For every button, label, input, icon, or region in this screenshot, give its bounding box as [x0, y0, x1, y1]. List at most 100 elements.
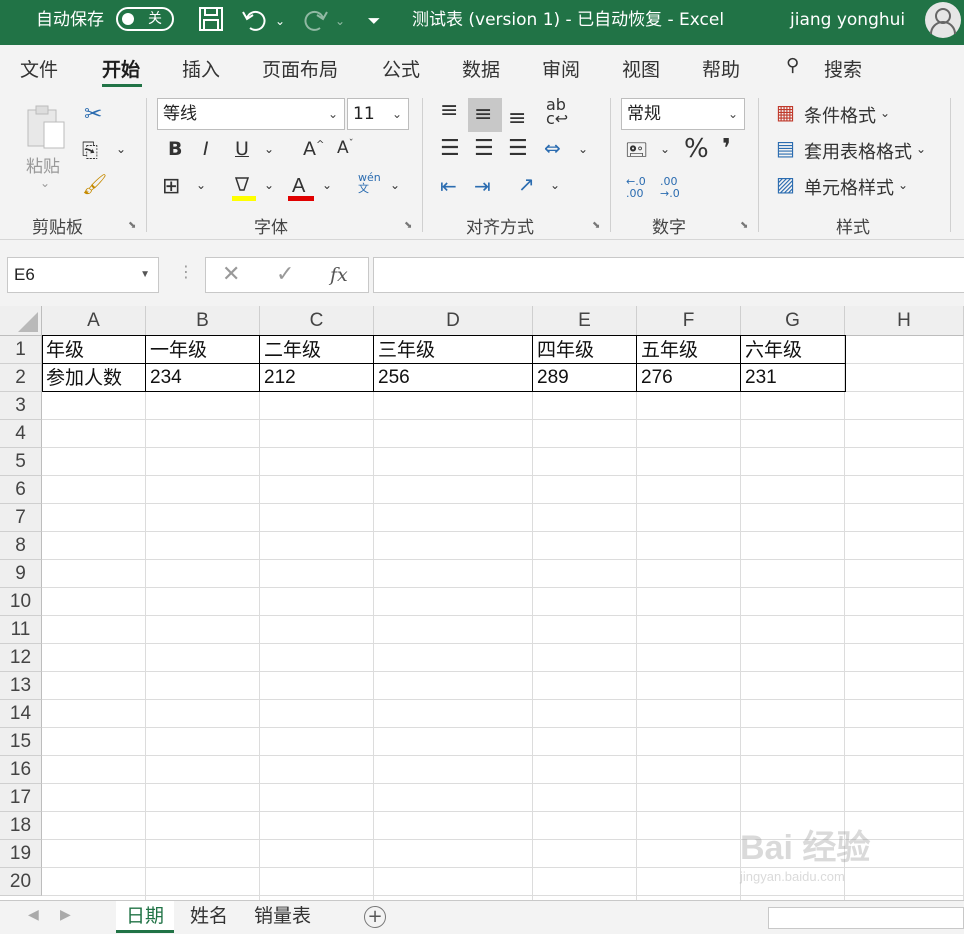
merge-dropdown-icon[interactable]: ⌄: [578, 142, 588, 156]
increase-indent-icon[interactable]: ⇥: [474, 174, 491, 198]
orientation-icon[interactable]: ↗: [518, 172, 535, 196]
cell-f2[interactable]: 276: [637, 364, 741, 392]
copy-dropdown-icon[interactable]: ⌄: [116, 142, 126, 156]
align-center-icon[interactable]: ☰: [474, 136, 494, 161]
fill-color-dropdown-icon[interactable]: ⌄: [264, 178, 274, 192]
sheet-tab-name[interactable]: 姓名: [180, 901, 238, 933]
tab-view[interactable]: 视图: [622, 55, 660, 82]
insert-function-icon[interactable]: fx: [330, 264, 348, 286]
merge-center-icon[interactable]: ⇔: [544, 136, 561, 160]
cell-b2[interactable]: 234: [146, 364, 260, 392]
redo-icon[interactable]: [300, 6, 330, 36]
middle-align-icon[interactable]: ≡: [474, 102, 492, 127]
copy-icon[interactable]: ⎘: [82, 138, 98, 162]
row-header-20[interactable]: 20: [0, 868, 42, 896]
cell-a2[interactable]: 参加人数: [42, 364, 146, 392]
row-header-11[interactable]: 11: [0, 616, 42, 644]
tab-file[interactable]: 文件: [20, 55, 58, 82]
add-sheet-icon[interactable]: +: [364, 906, 386, 928]
paste-icon[interactable]: [24, 104, 68, 157]
cell-g1[interactable]: 六年级: [741, 336, 845, 364]
row-header-2[interactable]: 2: [0, 364, 42, 392]
cell-g2[interactable]: 231: [741, 364, 845, 392]
cell-b1[interactable]: 一年级: [146, 336, 260, 364]
row-header-17[interactable]: 17: [0, 784, 42, 812]
column-header-e[interactable]: E: [533, 306, 637, 336]
redo-dropdown-icon[interactable]: ⌄: [332, 6, 348, 36]
cell-e2[interactable]: 289: [533, 364, 637, 392]
borders-icon[interactable]: ⊞: [162, 174, 180, 199]
paste-dropdown-icon[interactable]: ⌄: [40, 176, 50, 190]
cell-styles-button[interactable]: 单元格样式: [804, 174, 894, 200]
search-icon[interactable]: ⚲: [786, 55, 799, 76]
tab-data[interactable]: 数据: [462, 55, 500, 82]
row-header-10[interactable]: 10: [0, 588, 42, 616]
customize-toolbar-icon[interactable]: ⏷: [362, 6, 386, 36]
cell-c1[interactable]: 二年级: [260, 336, 374, 364]
search-label[interactable]: 搜索: [824, 55, 862, 82]
number-format-select[interactable]: 常规 ⌄: [621, 98, 745, 130]
decrease-font-icon[interactable]: Aˇ: [337, 138, 354, 158]
row-header-16[interactable]: 16: [0, 756, 42, 784]
phonetic-icon[interactable]: wén 文: [358, 172, 381, 194]
save-icon[interactable]: [197, 6, 225, 36]
format-painter-icon[interactable]: 🖌: [82, 172, 107, 196]
column-header-b[interactable]: B: [146, 306, 260, 336]
format-as-table-button[interactable]: 套用表格格式: [804, 138, 912, 164]
column-header-c[interactable]: C: [260, 306, 374, 336]
underline-dropdown-icon[interactable]: ⌄: [264, 142, 274, 156]
cut-icon[interactable]: ✂: [84, 102, 102, 127]
formula-input[interactable]: [373, 257, 964, 293]
column-header-f[interactable]: F: [637, 306, 741, 336]
next-sheet-icon[interactable]: ▶: [60, 907, 71, 923]
increase-decimal-icon[interactable]: ←.0 .00: [626, 176, 646, 200]
undo-dropdown-icon[interactable]: ⌄: [272, 6, 288, 36]
sheet-tab-date[interactable]: 日期: [116, 901, 175, 933]
cell-c2[interactable]: 212: [260, 364, 374, 392]
font-color-dropdown-icon[interactable]: ⌄: [322, 178, 332, 192]
accounting-dropdown-icon[interactable]: ⌄: [660, 142, 670, 156]
decrease-indent-icon[interactable]: ⇤: [440, 174, 457, 198]
comma-style-icon[interactable]: ❜: [722, 134, 731, 164]
row-header-13[interactable]: 13: [0, 672, 42, 700]
row-header-8[interactable]: 8: [0, 532, 42, 560]
row-header-15[interactable]: 15: [0, 728, 42, 756]
select-all-button[interactable]: [0, 306, 42, 336]
row-header-12[interactable]: 12: [0, 644, 42, 672]
cell-styles-dropdown-icon[interactable]: ⌄: [898, 178, 908, 192]
percent-icon[interactable]: %: [684, 134, 709, 164]
paste-label[interactable]: 粘贴: [26, 152, 60, 177]
row-header-18[interactable]: 18: [0, 812, 42, 840]
row-header-19[interactable]: 19: [0, 840, 42, 868]
tab-formulas[interactable]: 公式: [382, 55, 420, 82]
sheet-tab-sales[interactable]: 销量表: [244, 901, 321, 933]
user-name[interactable]: jiang yonghui: [790, 0, 905, 45]
tab-home[interactable]: 开始: [102, 55, 140, 82]
conditional-format-button[interactable]: 条件格式: [804, 102, 876, 128]
row-header-3[interactable]: 3: [0, 392, 42, 420]
underline-icon[interactable]: U: [235, 138, 249, 160]
column-header-d[interactable]: D: [374, 306, 533, 336]
cell-d1[interactable]: 三年级: [374, 336, 533, 364]
name-box[interactable]: E6 ▼: [7, 257, 159, 293]
drag-handle-icon[interactable]: ⋮: [178, 262, 194, 281]
row-header-6[interactable]: 6: [0, 476, 42, 504]
format-as-table-icon[interactable]: ▤: [776, 136, 795, 160]
row-header-5[interactable]: 5: [0, 448, 42, 476]
column-header-h[interactable]: H: [845, 306, 964, 336]
autosave-toggle[interactable]: 关: [116, 7, 174, 31]
fill-color-icon[interactable]: [232, 174, 256, 202]
cell-styles-icon[interactable]: ▨: [776, 172, 795, 196]
conditional-format-icon[interactable]: ▦: [776, 100, 795, 124]
increase-font-icon[interactable]: A^: [303, 138, 324, 160]
cell-a1[interactable]: 年级: [42, 336, 146, 364]
row-header-14[interactable]: 14: [0, 700, 42, 728]
row-header-7[interactable]: 7: [0, 504, 42, 532]
enter-icon[interactable]: ✓: [276, 262, 294, 287]
row-header-9[interactable]: 9: [0, 560, 42, 588]
font-color-icon[interactable]: A: [288, 172, 314, 202]
cell-e1[interactable]: 四年级: [533, 336, 637, 364]
tab-help[interactable]: 帮助: [702, 55, 740, 82]
bottom-align-icon[interactable]: ≡: [508, 106, 526, 131]
undo-icon[interactable]: [240, 6, 270, 36]
